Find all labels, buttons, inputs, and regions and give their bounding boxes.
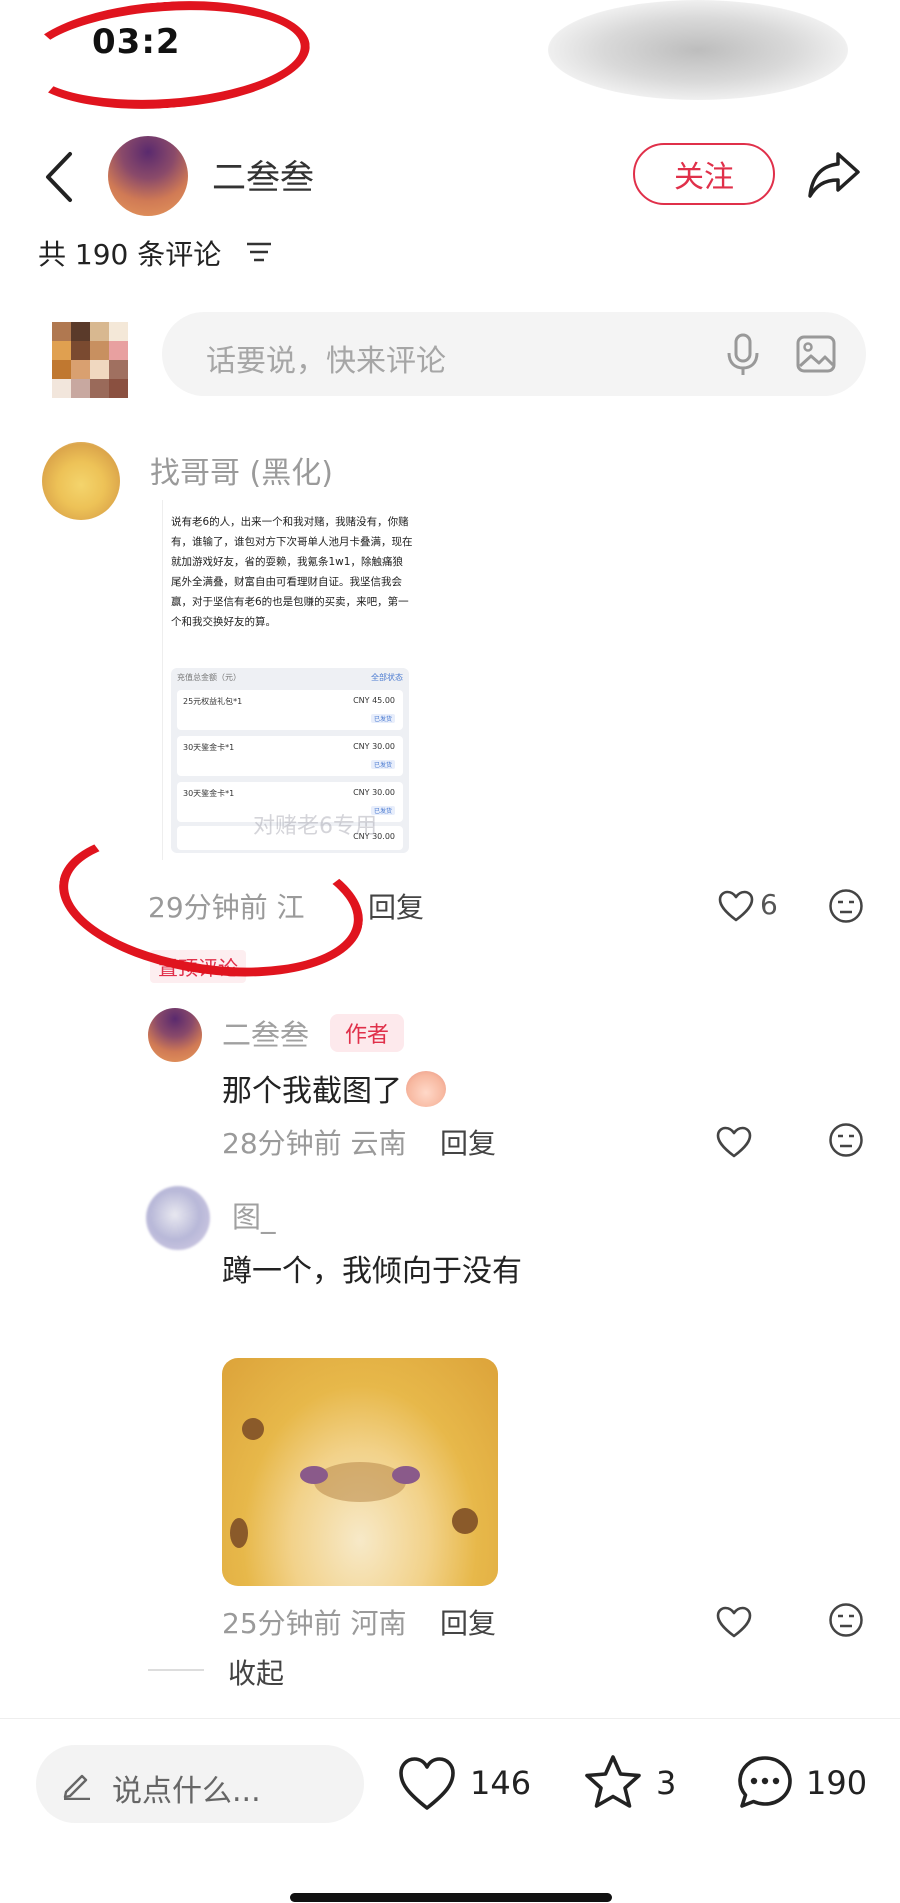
recharge-item-name: 30天鉴金卡*1 [183,743,235,752]
say-something-placeholder: 说点什么... [112,1774,261,1809]
reply-avatar-blurred[interactable] [146,1186,210,1250]
recharge-row: 25元权益礼包*1 CNY 45.00 已发货 [177,690,403,730]
follow-button[interactable]: 关注 [633,143,775,205]
recharge-row: 30天鉴金卡*1 CNY 30.00 已发货 [177,736,403,776]
face-icon[interactable] [828,888,864,924]
recharge-item-amount: CNY 30.00 [353,788,395,797]
author-name[interactable]: 二叁叁 [212,150,314,199]
filter-icon[interactable] [245,240,273,264]
recharge-item-tag: 已发货 [370,760,395,769]
like-count: 6 [760,888,778,921]
recharge-item-name: 30天鉴金卡*1 [183,789,235,798]
comment-count: 共 190 条评论 [38,238,222,271]
crying-emoji-icon [406,1071,446,1107]
recharge-item-amount: CNY 45.00 [353,696,395,705]
reply-text: 那个我截图了 [222,1066,446,1110]
recharge-item-tag: 已发货 [370,714,395,723]
tiger-sticker-image[interactable] [222,1358,498,1586]
reply-button[interactable]: 回复 [440,1122,496,1162]
reply-time-location: 25分钟前 河南 [222,1607,407,1640]
author-tag: 作者 [330,1014,404,1052]
comment-image[interactable]: 说有老6的人，出来一个和我对赌，我赌没有，你赌有，谁输了，谁包对方下次哥单人池月… [162,500,416,860]
heart-icon[interactable] [716,1606,752,1638]
author-avatar[interactable] [108,136,188,216]
reply-button[interactable]: 回复 [368,886,424,926]
recharge-header-right: 全部状态 [371,673,403,682]
stars-count: 3 [656,1764,677,1802]
blurred-region [548,0,848,100]
red-scribble-time [18,0,314,118]
face-icon[interactable] [828,1602,864,1638]
reply-text: 蹲一个，我倾向于没有 [222,1254,522,1289]
recharge-header-left: 充值总金额（元） [177,673,241,682]
commenter-username[interactable]: 找哥哥 (黑化) [150,448,333,492]
pencil-icon [63,1774,90,1800]
image-icon[interactable] [795,334,837,374]
back-icon[interactable] [40,150,80,204]
comment-image-text: 说有老6的人，出来一个和我对赌，我赌没有，你赌有，谁输了，谁包对方下次哥单人池月… [171,516,413,628]
comment-bubble-icon[interactable] [736,1754,794,1810]
reply-button[interactable]: 回复 [440,1602,496,1642]
reply-time-location: 28分钟前 云南 [222,1127,407,1160]
my-avatar-pixelated [52,322,128,398]
collapse-button[interactable]: 收起 [228,1652,284,1692]
recharge-item-name: 25元权益礼包*1 [183,697,243,706]
face-icon[interactable] [828,1122,864,1158]
reply-username[interactable]: 二叁叁 [222,1012,309,1054]
reply-avatar[interactable] [148,1008,202,1062]
recharge-item-amount: CNY 30.00 [353,742,395,751]
heart-icon[interactable] [718,890,754,922]
likes-count: 146 [470,1764,532,1802]
share-icon[interactable] [806,148,862,200]
heart-icon[interactable] [716,1126,752,1158]
comments-count: 190 [806,1764,868,1802]
commenter-avatar[interactable] [42,442,120,520]
image-watermark: 对赌老6专用 [253,814,377,839]
comment-input-placeholder: 话要说，快来评论 [206,344,446,379]
star-icon[interactable] [584,1754,642,1810]
mic-icon[interactable] [725,333,761,377]
collapse-divider [148,1669,204,1671]
heart-icon[interactable] [398,1756,456,1812]
home-indicator[interactable] [290,1893,612,1902]
reply-username[interactable]: 图_ [232,1194,276,1236]
